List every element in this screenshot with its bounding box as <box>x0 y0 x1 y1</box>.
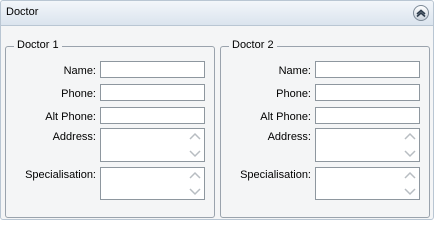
scroll-down-icon[interactable] <box>404 188 416 196</box>
scroll-up-icon[interactable] <box>189 171 201 179</box>
doctor2-legend: Doctor 2 <box>229 39 277 51</box>
doctor1-specialisation-scrollbar[interactable] <box>188 170 202 197</box>
doctor2-phone-label: Phone: <box>276 88 311 100</box>
doctor1-address-scrollbar[interactable] <box>188 131 202 159</box>
scroll-up-icon[interactable] <box>189 132 201 140</box>
doctor1-legend: Doctor 1 <box>14 39 62 51</box>
doctor1-phone-label: Phone: <box>61 88 96 100</box>
doctor1-address-label: Address: <box>52 131 96 143</box>
doctor2-name-input[interactable] <box>315 61 420 78</box>
doctor2-address-scrollbar[interactable] <box>403 131 417 159</box>
scroll-down-icon[interactable] <box>189 188 201 196</box>
doctor1-alt-phone-label: Alt Phone: <box>45 111 96 123</box>
doctor2-fieldset: Doctor 2 Name: Phone: Alt Phone: Address… <box>220 39 430 218</box>
scroll-up-icon[interactable] <box>404 171 416 179</box>
panel-title: Doctor <box>6 6 39 18</box>
panel-header: Doctor <box>1 1 433 26</box>
doctor2-specialisation-label: Specialisation: <box>240 169 311 181</box>
doctor-panel: Doctor Doctor 1 Name: Phone: Alt Phone: … <box>0 0 434 220</box>
doctor1-fieldset: Doctor 1 Name: Phone: Alt Phone: Address… <box>5 39 215 218</box>
doctor1-name-input[interactable] <box>100 61 205 78</box>
doctor1-alt-phone-input[interactable] <box>100 107 205 124</box>
doctor2-alt-phone-input[interactable] <box>315 107 420 124</box>
chevron-up-icon <box>416 9 426 18</box>
doctor2-name-label: Name: <box>278 65 311 77</box>
scroll-down-icon[interactable] <box>404 150 416 158</box>
doctor2-phone-input[interactable] <box>315 84 420 101</box>
doctor2-alt-phone-label: Alt Phone: <box>260 111 311 123</box>
doctor2-specialisation-scrollbar[interactable] <box>403 170 417 197</box>
doctor1-specialisation-label: Specialisation: <box>25 169 96 181</box>
doctor2-address-label: Address: <box>267 131 311 143</box>
doctor1-specialisation-textarea[interactable] <box>100 167 205 200</box>
collapse-button[interactable] <box>413 5 429 21</box>
doctor2-specialisation-textarea[interactable] <box>315 167 420 200</box>
scroll-up-icon[interactable] <box>404 132 416 140</box>
scroll-down-icon[interactable] <box>189 150 201 158</box>
doctor1-address-textarea[interactable] <box>100 128 205 162</box>
doctor1-name-label: Name: <box>63 65 96 77</box>
doctor1-phone-input[interactable] <box>100 84 205 101</box>
doctor2-address-textarea[interactable] <box>315 128 420 162</box>
